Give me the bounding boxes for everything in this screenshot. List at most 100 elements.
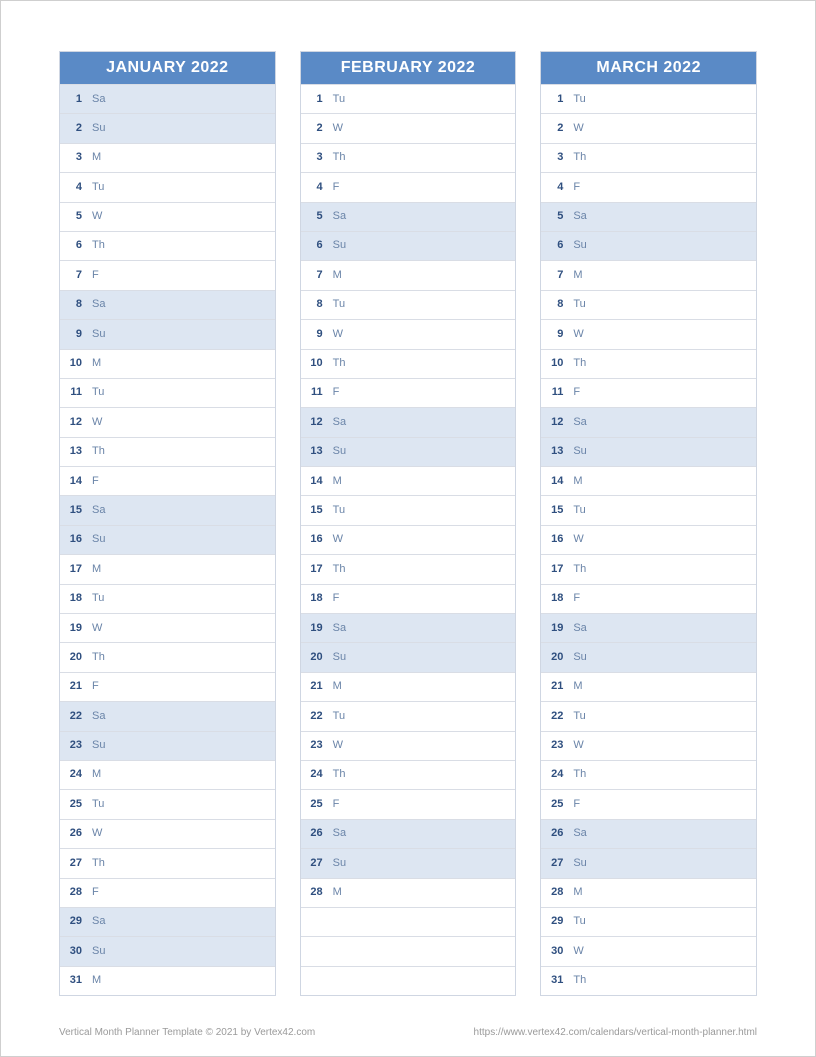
day-row: 27Su [301,848,516,877]
day-name: Th [567,555,586,584]
day-row: 28F [60,878,275,907]
day-row: 15Tu [301,495,516,524]
day-row: 7F [60,260,275,289]
day-name: M [567,467,582,496]
day-number: 21 [301,672,327,701]
day-number: 11 [541,378,567,407]
day-name: F [86,878,99,907]
day-name: Th [86,643,105,672]
day-name: Sa [86,85,105,114]
day-name: Su [86,937,105,966]
month-header: JANUARY 2022 [60,52,275,84]
day-row: 12Sa [301,407,516,436]
day-name: M [327,672,342,701]
day-row: 31M [60,966,275,995]
day-name: Sa [327,614,346,643]
day-name: W [86,614,102,643]
day-name: Su [86,525,105,554]
day-number: 9 [60,320,86,349]
day-number: 31 [60,966,86,995]
day-name: Su [327,849,346,878]
day-number: 23 [541,731,567,760]
day-row: 17Th [541,554,756,583]
day-number: 6 [60,231,86,260]
day-row: 11F [301,378,516,407]
day-name: Th [567,143,586,172]
day-row: 1Tu [301,84,516,113]
day-name: Tu [567,85,585,114]
day-number: 24 [301,760,327,789]
day-name: Th [567,349,586,378]
day-row: 18Tu [60,584,275,613]
day-name: W [567,525,583,554]
day-number: 26 [301,819,327,848]
day-number: 24 [60,760,86,789]
day-number: 15 [541,496,567,525]
day-name: W [327,114,343,143]
day-number: 13 [60,437,86,466]
day-number: 17 [301,555,327,584]
day-name: F [567,173,580,202]
day-row: 28M [541,878,756,907]
day-row: 16W [301,525,516,554]
day-name: F [327,378,340,407]
day-number: 14 [60,467,86,496]
day-name: W [567,114,583,143]
day-number: 3 [301,143,327,172]
day-name: W [86,408,102,437]
day-name: F [86,261,99,290]
day-name: Th [327,349,346,378]
day-number: 21 [541,672,567,701]
day-number: 26 [541,819,567,848]
day-name: F [567,584,580,613]
day-number: 12 [541,408,567,437]
day-row: 1Tu [541,84,756,113]
day-number: 1 [60,85,86,114]
day-name: Su [86,731,105,760]
day-number: 6 [301,231,327,260]
day-row: 29Sa [60,907,275,936]
day-number: 29 [60,907,86,936]
day-name: Sa [567,202,586,231]
day-number: 1 [301,85,327,114]
day-row: 18F [301,584,516,613]
day-row: 1Sa [60,84,275,113]
day-row: 29Tu [541,907,756,936]
day-row: 8Tu [301,290,516,319]
day-row: 4F [301,172,516,201]
day-number: 17 [60,555,86,584]
day-number: 29 [541,907,567,936]
day-name: Su [567,231,586,260]
day-number: 3 [541,143,567,172]
day-number: 21 [60,672,86,701]
day-name: Sa [327,408,346,437]
day-row: 26Sa [541,819,756,848]
day-number: 10 [60,349,86,378]
day-row: 20Su [541,642,756,671]
day-row: 24Th [301,760,516,789]
day-name: Su [327,231,346,260]
day-row [301,966,516,995]
day-row: 8Tu [541,290,756,319]
day-number: 10 [541,349,567,378]
day-number: 2 [60,114,86,143]
day-row: 18F [541,584,756,613]
day-number: 7 [60,261,86,290]
day-row: 14M [541,466,756,495]
day-number: 28 [541,878,567,907]
day-name: M [327,467,342,496]
day-number: 13 [541,437,567,466]
day-row: 30W [541,936,756,965]
day-name: Tu [327,85,345,114]
day-number: 20 [541,643,567,672]
day-name: Su [86,114,105,143]
day-number: 22 [541,702,567,731]
day-row: 17Th [301,554,516,583]
footer: Vertical Month Planner Template © 2021 b… [59,1027,757,1038]
day-row: 13Su [541,437,756,466]
day-number: 16 [301,525,327,554]
day-row: 15Tu [541,495,756,524]
day-row: 22Sa [60,701,275,730]
day-row: 24M [60,760,275,789]
day-number: 5 [60,202,86,231]
